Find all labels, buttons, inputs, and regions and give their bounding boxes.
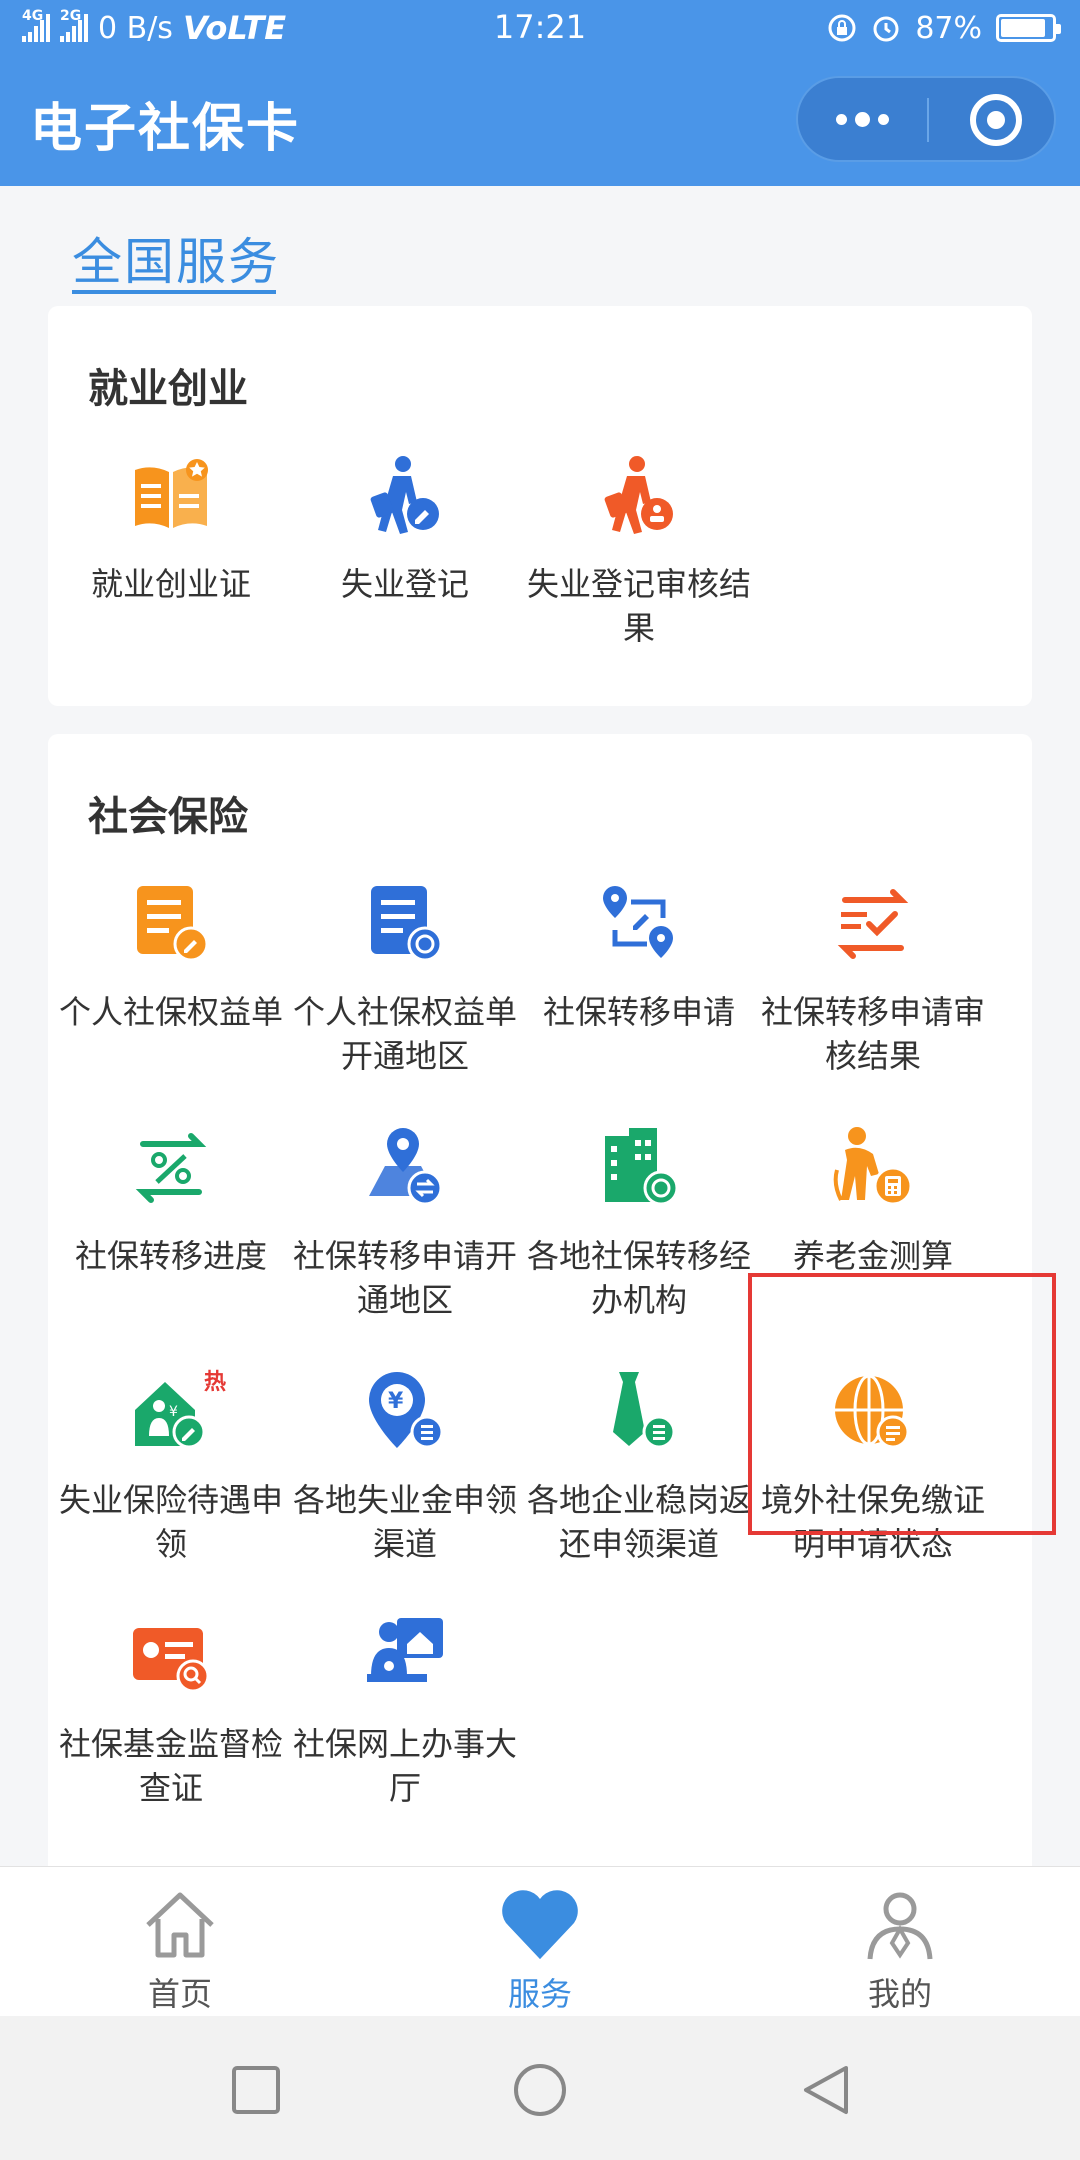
- rotation-lock-icon: [828, 14, 856, 42]
- battery-icon: [996, 14, 1061, 42]
- category-card-employment: 就业创业 就业创业证 失业登记 失业登记审核结果: [48, 306, 1032, 706]
- hot-badge: 热: [204, 1370, 227, 1395]
- service-label: 社保转移申请: [542, 993, 735, 1031]
- service-item-job-stabilization[interactable]: 各地企业稳岗返还申领渠道: [522, 1370, 756, 1566]
- svg-text:¥: ¥: [169, 1404, 178, 1420]
- tab-underline: [72, 290, 276, 294]
- service-label: 失业保险待遇申领: [58, 1481, 283, 1563]
- target-icon[interactable]: [970, 94, 1022, 146]
- person-edit-icon: [370, 456, 439, 534]
- battery-percent: 87%: [915, 10, 982, 46]
- svg-text:¥: ¥: [388, 1389, 404, 1414]
- transfer-percent-icon: [135, 1133, 207, 1203]
- service-label: 各地社保转移经办机构: [526, 1237, 751, 1319]
- house-person-hot-icon: ¥: [135, 1382, 206, 1449]
- system-navigation-bar: [0, 2016, 1080, 2160]
- service-item-online-hall[interactable]: 社保网上办事大厅: [288, 1614, 522, 1810]
- tab-home[interactable]: 首页: [80, 1885, 280, 2015]
- highlight-box-pension-calculator: [748, 1273, 1056, 1535]
- category-title: 就业创业: [88, 366, 248, 412]
- elderly-calculator-icon: [833, 1127, 913, 1206]
- tab-label: 我的: [867, 1975, 932, 2013]
- tab-services[interactable]: 服务: [440, 1885, 640, 2015]
- card-search-icon: [133, 1628, 210, 1693]
- service-label: 就业创业证: [90, 565, 251, 603]
- document-star-icon: [135, 459, 208, 528]
- heart-icon: [502, 1890, 578, 1959]
- app-header: 电子社保卡: [0, 56, 1080, 186]
- tab-profile[interactable]: 我的: [800, 1885, 1000, 2015]
- service-label: 社保转移申请审核结果: [760, 993, 985, 1075]
- service-item-unemployment-register[interactable]: 失业登记: [288, 454, 522, 606]
- service-hall-icon: [367, 1618, 443, 1682]
- tie-icon: [613, 1372, 676, 1449]
- service-label: 社保网上办事大厅: [292, 1725, 517, 1807]
- status-right: 87%: [827, 8, 1061, 48]
- transfer-check-icon: [837, 889, 909, 959]
- service-item-unemployment-benefit[interactable]: ¥ 失业保险待遇申领 热: [54, 1370, 288, 1566]
- service-item-pension-calculator[interactable]: 养老金测算: [756, 1126, 990, 1278]
- map-pin-exchange-icon: [369, 1128, 443, 1206]
- service-label: 社保基金监督检查证: [58, 1725, 283, 1807]
- service-item-transfer-regions[interactable]: 社保转移申请开通地区: [288, 1126, 522, 1322]
- service-item-benefit-statement[interactable]: 个人社保权益单: [54, 882, 288, 1034]
- bottom-tab-bar: 首页 服务 我的: [0, 1866, 1080, 2016]
- service-item-employment-card[interactable]: 就业创业证: [54, 454, 288, 606]
- tab-label: 首页: [147, 1975, 212, 2013]
- transfer-location-icon: [603, 886, 673, 958]
- yuan-pin-icon: ¥: [369, 1372, 444, 1449]
- service-label: 各地失业金申领渠道: [292, 1481, 517, 1563]
- service-label: 养老金测算: [792, 1237, 953, 1275]
- service-item-fund-inspection[interactable]: 社保基金监督检查证: [54, 1614, 288, 1810]
- battery-fill: [1001, 19, 1045, 37]
- service-label: 社保转移申请开通地区: [292, 1237, 517, 1319]
- services-content[interactable]: 全国服务 就业创业 就业创业证 失业登记 失业登记审核结果 社会保险 个人社保权…: [0, 186, 1080, 1866]
- alarm-icon: [873, 16, 899, 42]
- service-item-unemployment-review[interactable]: 失业登记审核结果: [522, 454, 756, 650]
- status-bar: 4G 2G 0 B/s VoLTE 17:21 87%: [0, 0, 1080, 56]
- category-title: 社会保险: [88, 794, 248, 840]
- back-triangle-icon[interactable]: [796, 2060, 856, 2120]
- list-edit-icon: [137, 886, 209, 962]
- home-circle-icon[interactable]: [510, 2060, 570, 2120]
- tab-national-services[interactable]: 全国服务: [72, 222, 280, 294]
- service-label: 失业登记: [340, 565, 469, 603]
- service-item-unemployment-channels[interactable]: ¥ 各地失业金申领渠道: [288, 1370, 522, 1566]
- home-icon: [146, 1892, 214, 1958]
- service-label: 各地企业稳岗返还申领渠道: [526, 1481, 751, 1563]
- profile-icon: [867, 1892, 933, 1960]
- tab-label: 服务: [507, 1975, 572, 2013]
- miniapp-capsule: [796, 76, 1056, 162]
- service-label: 社保转移进度: [74, 1237, 267, 1275]
- service-item-transfer-agencies[interactable]: 各地社保转移经办机构: [522, 1126, 756, 1322]
- service-label: 失业登记审核结果: [526, 565, 751, 647]
- list-globe-icon: [371, 886, 443, 962]
- service-item-transfer-review[interactable]: 社保转移申请审核结果: [756, 882, 990, 1078]
- service-label: 个人社保权益单开通地区: [292, 993, 517, 1075]
- service-item-transfer-progress[interactable]: 社保转移进度: [54, 1126, 288, 1278]
- service-item-benefit-regions[interactable]: 个人社保权益单开通地区: [288, 882, 522, 1078]
- building-globe-icon: [605, 1128, 679, 1206]
- more-dots-icon[interactable]: [798, 78, 926, 160]
- capsule-divider: [927, 98, 929, 142]
- service-item-transfer-apply[interactable]: 社保转移申请: [522, 882, 756, 1034]
- person-check-icon: [604, 456, 673, 534]
- page-title: 电子社保卡: [30, 99, 301, 159]
- recent-apps-icon[interactable]: [226, 2060, 286, 2120]
- service-label: 个人社保权益单: [58, 993, 283, 1031]
